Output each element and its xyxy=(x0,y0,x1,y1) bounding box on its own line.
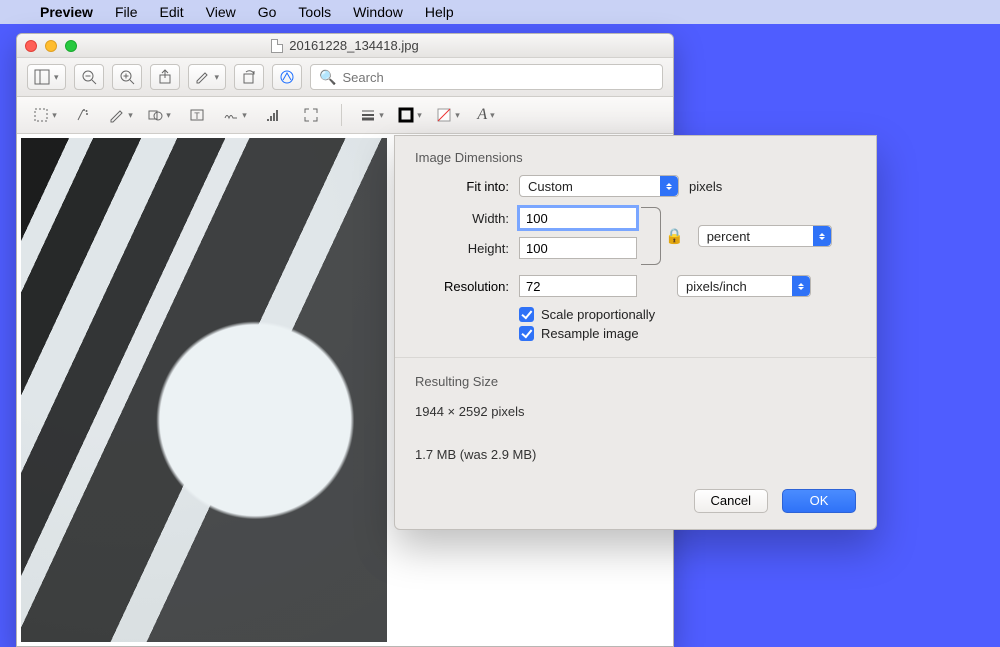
svg-text:T: T xyxy=(194,111,200,121)
macos-menubar: Preview File Edit View Go Tools Window H… xyxy=(0,0,1000,24)
menu-view[interactable]: View xyxy=(206,4,236,20)
share-button[interactable] xyxy=(150,64,180,90)
main-toolbar: ▾ ▾ 🔍 xyxy=(17,58,673,97)
menu-window[interactable]: Window xyxy=(353,4,403,20)
sign-button[interactable]: ▾ xyxy=(217,101,253,129)
wh-unit-value: percent xyxy=(707,229,750,244)
window-title: 20161228_134418.jpg xyxy=(289,38,418,53)
chevron-down-icon: ▾ xyxy=(54,72,59,83)
markup-toolbar: ▾ ▾ ▾ T ▾ ▾ ▾ xyxy=(17,97,673,134)
adjust-size-button[interactable] xyxy=(293,101,329,129)
text-style-button[interactable]: A ▾ xyxy=(468,101,504,129)
fit-into-value: Custom xyxy=(528,179,573,194)
fit-into-label: Fit into: xyxy=(415,179,509,194)
menu-help[interactable]: Help xyxy=(425,4,454,20)
selection-tool-button[interactable]: ▾ xyxy=(27,101,63,129)
window-titlebar: 20161228_134418.jpg xyxy=(17,34,673,58)
resulting-size-label: Resulting Size xyxy=(415,372,856,392)
app-menu[interactable]: Preview xyxy=(40,4,93,20)
sketch-button[interactable]: ▾ xyxy=(103,101,139,129)
scale-proportionally-checkbox[interactable] xyxy=(519,307,534,322)
chevron-down-icon: ▾ xyxy=(379,110,384,121)
menu-file[interactable]: File xyxy=(115,4,138,20)
document-icon xyxy=(271,39,283,53)
line-style-button[interactable]: ▾ xyxy=(354,101,390,129)
menu-go[interactable]: Go xyxy=(258,4,277,20)
resample-image-checkbox[interactable] xyxy=(519,326,534,341)
resulting-dimensions: 1944 × 2592 pixels xyxy=(415,402,856,422)
chevron-down-icon: ▾ xyxy=(455,110,460,121)
highlight-button[interactable]: ▾ xyxy=(188,64,227,90)
image-dimensions-label: Image Dimensions xyxy=(415,150,856,165)
resolution-input[interactable] xyxy=(519,275,637,297)
chevron-down-icon: ▾ xyxy=(417,110,422,121)
chevron-down-icon: ▾ xyxy=(166,110,171,121)
resolution-label: Resolution: xyxy=(415,279,509,294)
zoom-out-button[interactable] xyxy=(74,64,104,90)
scale-proportionally-label: Scale proportionally xyxy=(541,307,655,322)
text-button[interactable]: T xyxy=(179,101,215,129)
chevron-down-icon: ▾ xyxy=(128,110,133,121)
wh-unit-select[interactable]: percent xyxy=(698,225,832,247)
link-bracket xyxy=(641,207,661,265)
width-label: Width: xyxy=(415,211,509,226)
adjust-color-button[interactable] xyxy=(255,101,291,129)
resulting-bytes: 1.7 MB (was 2.9 MB) xyxy=(415,445,856,465)
width-input[interactable] xyxy=(519,207,637,229)
adjust-size-dialog: Image Dimensions Fit into: Custom pixels… xyxy=(394,135,877,530)
fit-into-select[interactable]: Custom xyxy=(519,175,679,197)
menu-edit[interactable]: Edit xyxy=(160,4,184,20)
search-icon: 🔍 xyxy=(319,69,336,86)
chevron-down-icon: ▾ xyxy=(242,110,247,121)
height-input[interactable] xyxy=(519,237,637,259)
lock-icon[interactable]: 🔒 xyxy=(665,227,684,245)
shapes-button[interactable]: ▾ xyxy=(141,101,177,129)
markup-toggle-button[interactable] xyxy=(272,64,302,90)
toolbar-search[interactable]: 🔍 xyxy=(310,64,663,90)
rotate-button[interactable] xyxy=(234,64,264,90)
ok-button[interactable]: OK xyxy=(782,489,856,513)
resolution-unit-value: pixels/inch xyxy=(686,279,747,294)
chevron-down-icon: ▾ xyxy=(490,110,495,121)
resolution-unit-select[interactable]: pixels/inch xyxy=(677,275,811,297)
menu-tools[interactable]: Tools xyxy=(298,4,331,20)
search-input[interactable] xyxy=(343,70,655,85)
select-stepper-icon xyxy=(813,226,831,246)
fill-color-button[interactable]: ▾ xyxy=(430,101,466,129)
chevron-down-icon: ▾ xyxy=(215,72,220,83)
resample-image-label: Resample image xyxy=(541,326,639,341)
fit-into-unit: pixels xyxy=(689,179,722,194)
select-stepper-icon xyxy=(792,276,810,296)
border-color-button[interactable]: ▾ xyxy=(392,101,428,129)
select-stepper-icon xyxy=(660,176,678,196)
zoom-in-button[interactable] xyxy=(112,64,142,90)
view-mode-button[interactable]: ▾ xyxy=(27,64,66,90)
photo-content xyxy=(21,138,387,642)
toolbar-separator xyxy=(341,104,342,126)
chevron-down-icon: ▾ xyxy=(52,110,57,121)
cancel-button[interactable]: Cancel xyxy=(694,489,768,513)
instant-alpha-button[interactable] xyxy=(65,101,101,129)
height-label: Height: xyxy=(415,241,509,256)
